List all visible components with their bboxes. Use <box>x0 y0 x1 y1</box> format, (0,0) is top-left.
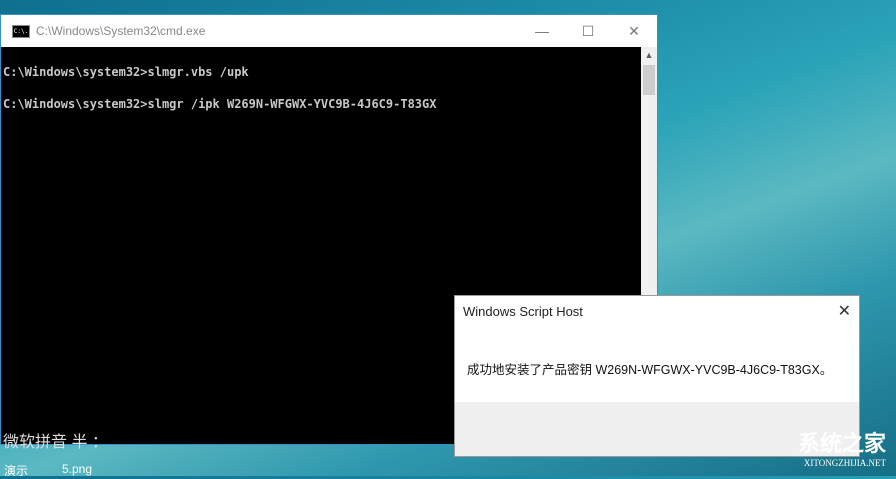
cmd-title: C:\Windows\System32\cmd.exe <box>36 24 206 38</box>
dialog-close-button[interactable]: ✕ <box>838 301 851 321</box>
scroll-up-icon[interactable]: ▲ <box>641 47 657 63</box>
terminal-line: C:\Windows\system32>slmgr /ipk W269N-WFG… <box>3 97 437 111</box>
ime-status: 微软拼音 半 ： <box>3 434 108 451</box>
watermark-text: 系统之家 <box>797 431 886 456</box>
desktop-item[interactable]: 5.png <box>62 462 92 476</box>
minimize-button[interactable]: — <box>519 15 565 47</box>
scroll-thumb[interactable] <box>643 65 655 95</box>
desktop-item[interactable]: 演示 <box>4 462 28 479</box>
watermark-subtext: XITONGZHIJIA.NET <box>803 458 886 468</box>
cmd-icon: C:\. <box>12 24 30 38</box>
watermark-logo: 系统之家 XITONGZHIJIA.NET <box>798 426 886 468</box>
dialog-title: Windows Script Host <box>463 304 583 319</box>
maximize-button[interactable]: ☐ <box>565 15 611 47</box>
terminal-line: C:\Windows\system32>slmgr.vbs /upk <box>3 65 249 79</box>
cmd-title-bar[interactable]: C:\. C:\Windows\System32\cmd.exe — ☐ ✕ <box>1 15 657 47</box>
close-button[interactable]: ✕ <box>611 15 657 47</box>
dialog-message: 成功地安装了产品密钥 W269N-WFGWX-YVC9B-4J6C9-T83GX… <box>467 363 833 377</box>
